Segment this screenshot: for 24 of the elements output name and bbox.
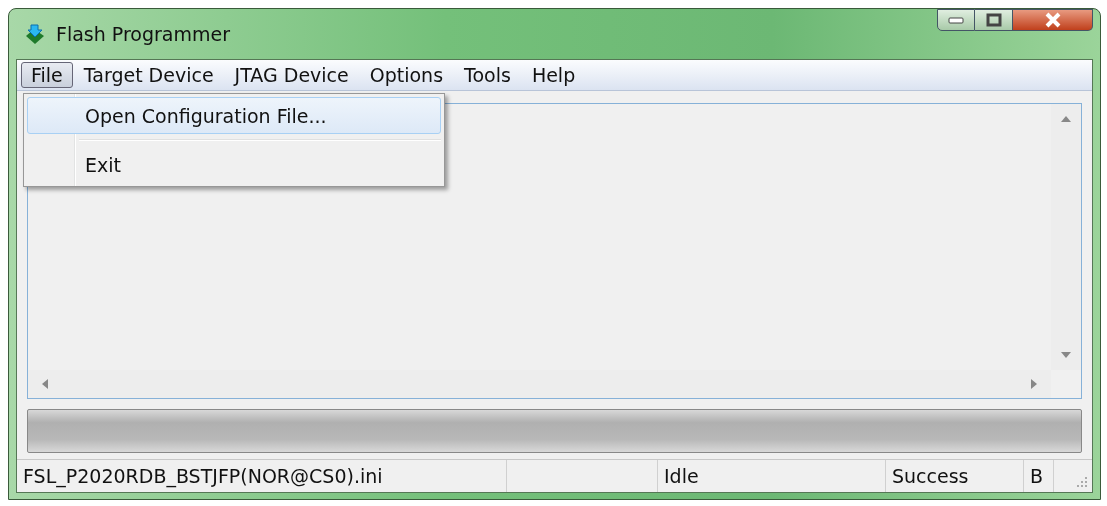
scroll-left-icon[interactable] bbox=[42, 379, 48, 389]
status-pane: Success bbox=[886, 460, 1024, 492]
menu-item[interactable]: Target Device bbox=[73, 62, 224, 88]
menu-item[interactable]: Help bbox=[521, 62, 586, 88]
window-title: Flash Programmer bbox=[56, 23, 230, 45]
status-pane: FSL_P2020RDB_BSTJFP(NOR@CS0).ini bbox=[17, 460, 507, 492]
status-pane: Idle bbox=[658, 460, 886, 492]
maximize-button[interactable] bbox=[975, 9, 1013, 31]
scroll-down-icon[interactable] bbox=[1061, 352, 1071, 358]
status-pane: B bbox=[1024, 460, 1054, 492]
menu-item[interactable]: Options bbox=[359, 62, 454, 88]
chip-arrow-icon bbox=[24, 23, 46, 45]
menu-item[interactable]: Tools bbox=[454, 62, 521, 88]
menu-option[interactable]: Open Configuration File... bbox=[27, 97, 441, 134]
maximize-icon bbox=[985, 13, 1002, 27]
minimize-icon bbox=[948, 16, 964, 24]
menu-item[interactable]: JTAG Device bbox=[224, 62, 359, 88]
menu-item[interactable]: File bbox=[21, 62, 73, 88]
close-button[interactable] bbox=[1013, 9, 1093, 31]
minimize-button[interactable] bbox=[937, 9, 975, 31]
menu-option[interactable]: Exit bbox=[27, 146, 441, 183]
scroll-right-icon[interactable] bbox=[1031, 379, 1037, 389]
scroll-up-icon[interactable] bbox=[1061, 116, 1071, 122]
resize-grip-icon[interactable] bbox=[1076, 476, 1088, 488]
